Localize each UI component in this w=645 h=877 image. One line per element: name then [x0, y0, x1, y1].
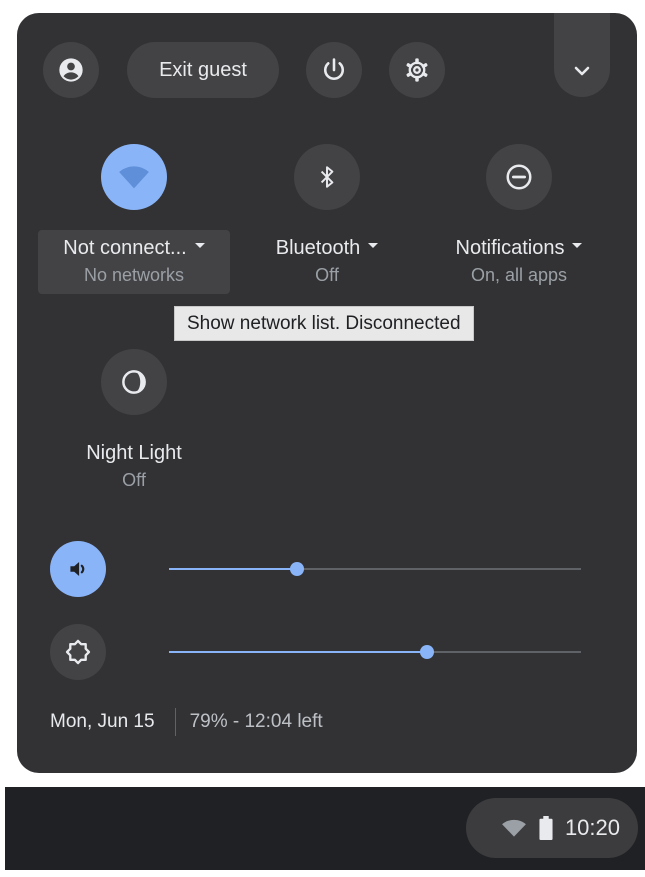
brightness-slider-fill	[169, 651, 427, 653]
bluetooth-status: Off	[315, 265, 339, 285]
night-light-status: Off	[122, 470, 146, 490]
volume-slider-fill	[169, 568, 297, 570]
footer-divider	[174, 708, 176, 736]
date-button[interactable]: Mon, Jun 15	[50, 711, 155, 733]
night-light-label: Night Light	[86, 442, 182, 464]
collapse-button[interactable]	[554, 13, 610, 97]
bluetooth-icon	[320, 166, 334, 188]
caret-down-icon	[368, 243, 379, 249]
bluetooth-label-button[interactable]: Bluetooth Off	[252, 230, 402, 294]
night-light-icon	[122, 370, 146, 394]
bluetooth-toggle-button[interactable]	[294, 144, 360, 210]
account-circle-icon	[59, 58, 83, 82]
brightness-row	[17, 622, 637, 682]
night-light-label-button[interactable]: Night Light Off	[54, 435, 214, 499]
mute-toggle-button[interactable]	[50, 541, 106, 597]
shelf: 10:20	[5, 787, 645, 870]
wifi-icon	[502, 819, 526, 837]
user-avatar-button[interactable]	[43, 42, 99, 98]
network-feature: Not connect... No networks	[34, 144, 234, 294]
quick-settings-panel: Exit guest Not connect... No networks Bl…	[17, 13, 637, 773]
notifications-label-button[interactable]: Notifications On, all apps	[429, 230, 609, 294]
volume-icon	[70, 561, 85, 577]
brightness-slider[interactable]	[169, 645, 581, 659]
footer: Mon, Jun 15 79% - 12:04 left	[50, 707, 323, 737]
notifications-label-text: Notifications	[455, 237, 565, 259]
exit-guest-label: Exit guest	[159, 58, 247, 81]
night-light-feature: Night Light Off	[34, 349, 234, 499]
settings-button[interactable]	[389, 42, 445, 98]
brightness-icon	[65, 639, 91, 665]
notifications-toggle-button[interactable]	[486, 144, 552, 210]
volume-row	[17, 539, 637, 599]
chevron-down-icon	[574, 66, 590, 76]
network-status: No networks	[83, 265, 185, 285]
battery-status: 79% - 12:04 left	[189, 711, 323, 732]
caret-down-icon	[194, 243, 205, 249]
power-button[interactable]	[306, 42, 362, 98]
bluetooth-feature: Bluetooth Off	[227, 144, 427, 294]
brightness-icon-button	[50, 624, 106, 680]
notifications-label: Notifications	[429, 234, 609, 262]
caret-down-icon	[572, 243, 583, 249]
top-row: Exit guest	[17, 13, 637, 133]
bluetooth-label: Bluetooth	[252, 234, 402, 262]
exit-guest-button[interactable]: Exit guest	[127, 42, 279, 98]
notifications-feature: Notifications On, all apps	[419, 144, 619, 294]
network-toggle-button[interactable]	[101, 144, 167, 210]
night-light-toggle-button[interactable]	[101, 349, 167, 415]
notifications-status: On, all apps	[470, 265, 568, 285]
power-icon	[323, 58, 345, 80]
network-label-text: Not connect...	[63, 237, 187, 259]
do-not-disturb-icon	[506, 164, 532, 190]
wifi-icon	[119, 166, 149, 189]
volume-slider[interactable]	[169, 562, 581, 576]
status-area-button[interactable]: 10:20	[466, 798, 638, 858]
brightness-slider-thumb[interactable]	[419, 645, 434, 659]
clock: 10:20	[564, 815, 620, 840]
network-tooltip: Show network list. Disconnected	[174, 306, 474, 341]
network-label: Not connect...	[38, 234, 230, 262]
volume-slider-thumb[interactable]	[289, 562, 304, 576]
network-label-button[interactable]: Not connect... No networks	[38, 230, 230, 294]
gear-icon	[406, 58, 428, 82]
bluetooth-label-text: Bluetooth	[275, 237, 361, 259]
battery-icon	[539, 816, 553, 840]
